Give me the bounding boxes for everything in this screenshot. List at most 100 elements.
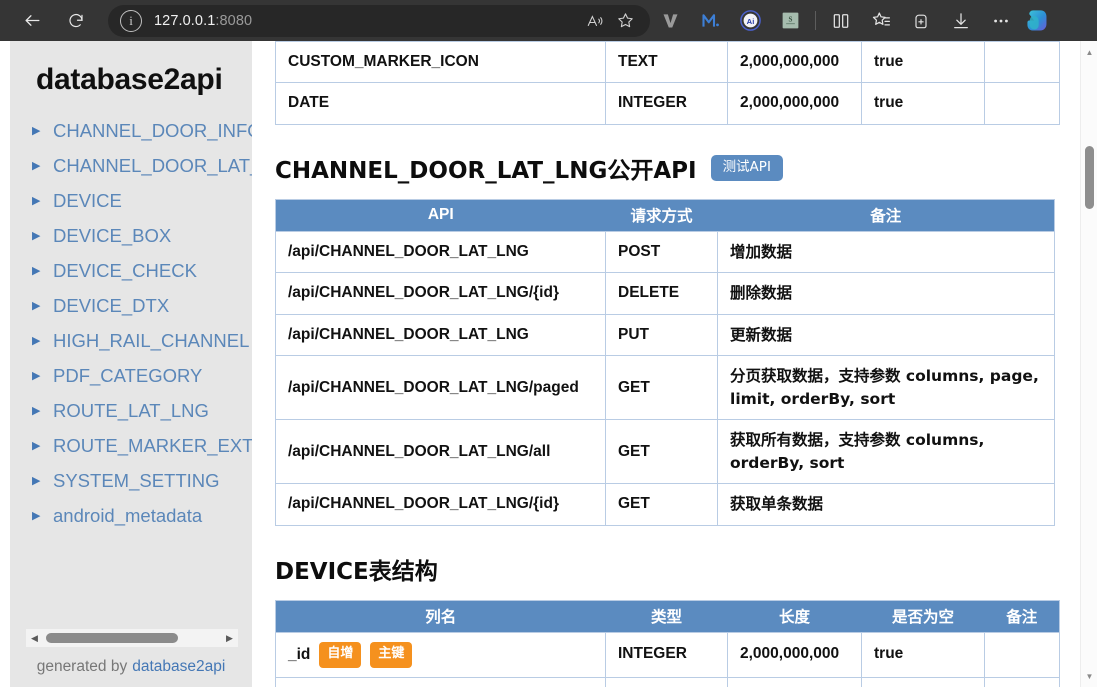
header-nullable: 是否为空 [861, 600, 985, 633]
main-content: CUSTOM_MARKER_ICON TEXT 2,000,000,000 tr… [252, 41, 1080, 687]
sidebar-item-channel-door-info[interactable]: ▶ CHANNEL_DOOR_INFO [32, 113, 252, 148]
vivaldi-extension-icon[interactable] [650, 5, 690, 37]
sidebar-item-label: ROUTE_LAT_LNG [53, 399, 209, 421]
ai-assistant-extension-icon[interactable]: Ai [730, 5, 770, 37]
sidebar-item-route-lat-lng[interactable]: ▶ ROUTE_LAT_LNG [32, 393, 252, 428]
sidebar-footer: generated by database2api [10, 647, 252, 687]
table-row: /api/CHANNEL_DOOR_LAT_LNG/all GET 获取所有数据… [275, 419, 1055, 484]
sidebar-item-label: DEVICE_BOX [53, 224, 172, 246]
cell-length: 2,000,000,000 [727, 82, 862, 125]
auto-increment-badge: 自增 [319, 641, 362, 668]
sidebar-title: database2api [36, 63, 223, 96]
expand-arrow-icon[interactable]: ▶ [32, 371, 49, 382]
scroll-left-icon[interactable]: ◀ [26, 633, 43, 644]
header-api: API [275, 199, 606, 232]
svg-text:S: S [788, 15, 792, 23]
expand-arrow-icon[interactable]: ▶ [32, 406, 49, 417]
cell-method: POST [605, 230, 718, 273]
downloads-icon[interactable] [941, 5, 981, 37]
sidebar-item-route-marker-extra[interactable]: ▶ ROUTE_MARKER_EXTRA [32, 428, 252, 463]
sidebar-item-system-setting[interactable]: ▶ SYSTEM_SETTING [32, 463, 252, 498]
collections-icon[interactable] [861, 5, 901, 37]
cell-remark [984, 676, 1060, 687]
header-column-name: 列名 [275, 600, 606, 633]
cell-method: PUT [605, 313, 718, 356]
sidebar-item-label: DEVICE_DTX [53, 294, 170, 316]
favorite-star-icon[interactable] [610, 7, 640, 35]
green-note-extension-icon[interactable]: S [770, 5, 810, 37]
sidebar-item-pdf-category[interactable]: ▶ PDF_CATEGORY [32, 358, 252, 393]
footer-link[interactable]: database2api [132, 658, 225, 676]
header-remark: 备注 [984, 600, 1060, 633]
url-port: :8080 [215, 12, 253, 29]
cell-api-path: /api/CHANNEL_DOOR_LAT_LNG/{id} [275, 483, 606, 526]
expand-arrow-icon[interactable]: ▶ [32, 126, 49, 137]
sidebar-horizontal-scrollbar[interactable]: ◀ ▶ [26, 629, 238, 647]
scrollbar-thumb[interactable] [1085, 146, 1094, 209]
sidebar-item-channel-door-lat-lng[interactable]: ▶ CHANNEL_DOOR_LAT_LNG [32, 148, 252, 183]
device-structure-table: 列名 类型 长度 是否为空 备注 _id 自增 主键 INTEGER 2,000,0… [275, 599, 1060, 687]
table-row: DEVICE_TYPE TEXT 2,000,000,000 true [275, 676, 1060, 687]
table-row: CUSTOM_MARKER_ICON TEXT 2,000,000,000 tr… [275, 41, 1060, 83]
page-body: database2api ▶ CHANNEL_DOOR_INFO ▶ CHANN… [0, 41, 1080, 687]
sidebar-item-device-box[interactable]: ▶ DEVICE_BOX [32, 218, 252, 253]
api-section-heading: CHANNEL_DOOR_LAT_LNG公开API 测试API [275, 151, 1055, 185]
cell-api-path: /api/CHANNEL_DOOR_LAT_LNG/{id} [275, 272, 606, 315]
page-vertical-scrollbar[interactable]: ▲ ▼ [1080, 41, 1097, 687]
expand-arrow-icon[interactable]: ▶ [32, 336, 49, 347]
read-aloud-icon[interactable] [580, 7, 610, 35]
table-row: /api/CHANNEL_DOOR_LAT_LNG POST 增加数据 [275, 230, 1055, 273]
expand-arrow-icon[interactable]: ▶ [32, 441, 49, 452]
cell-method: GET [605, 419, 718, 484]
sidebar-item-label: HIGH_RAIL_CHANNEL [53, 329, 250, 351]
scroll-up-icon[interactable]: ▲ [1081, 43, 1097, 61]
url-text: 127.0.0.1:8080 [154, 13, 252, 29]
sidebar-item-label: android_metadata [53, 504, 203, 526]
table-header-row: 列名 类型 长度 是否为空 备注 [275, 600, 1060, 633]
table-row: /api/CHANNEL_DOOR_LAT_LNG/paged GET 分页获取… [275, 355, 1055, 420]
cell-note: 增加数据 [717, 230, 1055, 273]
cell-remark [984, 82, 1060, 125]
expand-arrow-icon[interactable]: ▶ [32, 266, 49, 277]
expand-arrow-icon[interactable]: ▶ [32, 161, 49, 172]
table-row: /api/CHANNEL_DOOR_LAT_LNG PUT 更新数据 [275, 313, 1055, 356]
table-row: /api/CHANNEL_DOOR_LAT_LNG/{id} DELETE 删除… [275, 272, 1055, 315]
url-host: 127.0.0.1 [154, 12, 216, 29]
sidebar-item-high-rail-channel[interactable]: ▶ HIGH_RAIL_CHANNEL [32, 323, 252, 358]
scroll-down-icon[interactable]: ▼ [1081, 667, 1097, 685]
cell-api-path: /api/CHANNEL_DOOR_LAT_LNG [275, 313, 606, 356]
header-method: 请求方式 [605, 199, 718, 232]
scrollbar-thumb[interactable] [46, 633, 178, 643]
expand-arrow-icon[interactable]: ▶ [32, 511, 49, 522]
cell-column-name: DATE [275, 82, 606, 125]
cell-type: INTEGER [605, 82, 728, 125]
expand-arrow-icon[interactable]: ▶ [32, 196, 49, 207]
expand-arrow-icon[interactable]: ▶ [32, 301, 49, 312]
expand-arrow-icon[interactable]: ▶ [32, 231, 49, 242]
sidebar-item-android-metadata[interactable]: ▶ android_metadata [32, 498, 252, 533]
scrollbar-track[interactable] [43, 629, 221, 647]
monica-ai-extension-icon[interactable] [690, 5, 730, 37]
settings-and-more-icon[interactable] [981, 5, 1021, 37]
site-info-icon[interactable]: i [120, 9, 142, 32]
copilot-icon[interactable] [1021, 6, 1051, 36]
column-name-text: _id [288, 645, 311, 663]
browser-essentials-icon[interactable] [901, 5, 941, 37]
back-button[interactable] [14, 5, 50, 37]
sidebar-item-label: DEVICE_CHECK [53, 259, 197, 281]
sidebar-item-device-dtx[interactable]: ▶ DEVICE_DTX [32, 288, 252, 323]
cell-api-path: /api/CHANNEL_DOOR_LAT_LNG/paged [275, 355, 606, 420]
test-api-button[interactable]: 测试API [710, 154, 783, 182]
cell-nullable: true [861, 41, 985, 83]
cell-nullable: true [861, 676, 985, 687]
refresh-button[interactable] [58, 5, 94, 37]
sidebar-item-device[interactable]: ▶ DEVICE [32, 183, 252, 218]
cell-method: GET [605, 483, 718, 526]
expand-arrow-icon[interactable]: ▶ [32, 476, 49, 487]
address-bar[interactable]: i 127.0.0.1:8080 [108, 4, 650, 37]
cell-note: 分页获取数据，支持参数 columns, page, limit, orderB… [717, 355, 1055, 420]
page-viewport: database2api ▶ CHANNEL_DOOR_INFO ▶ CHANN… [0, 41, 1097, 687]
sidebar-item-device-check[interactable]: ▶ DEVICE_CHECK [32, 253, 252, 288]
split-screen-icon[interactable] [821, 5, 861, 37]
scroll-right-icon[interactable]: ▶ [221, 633, 238, 644]
